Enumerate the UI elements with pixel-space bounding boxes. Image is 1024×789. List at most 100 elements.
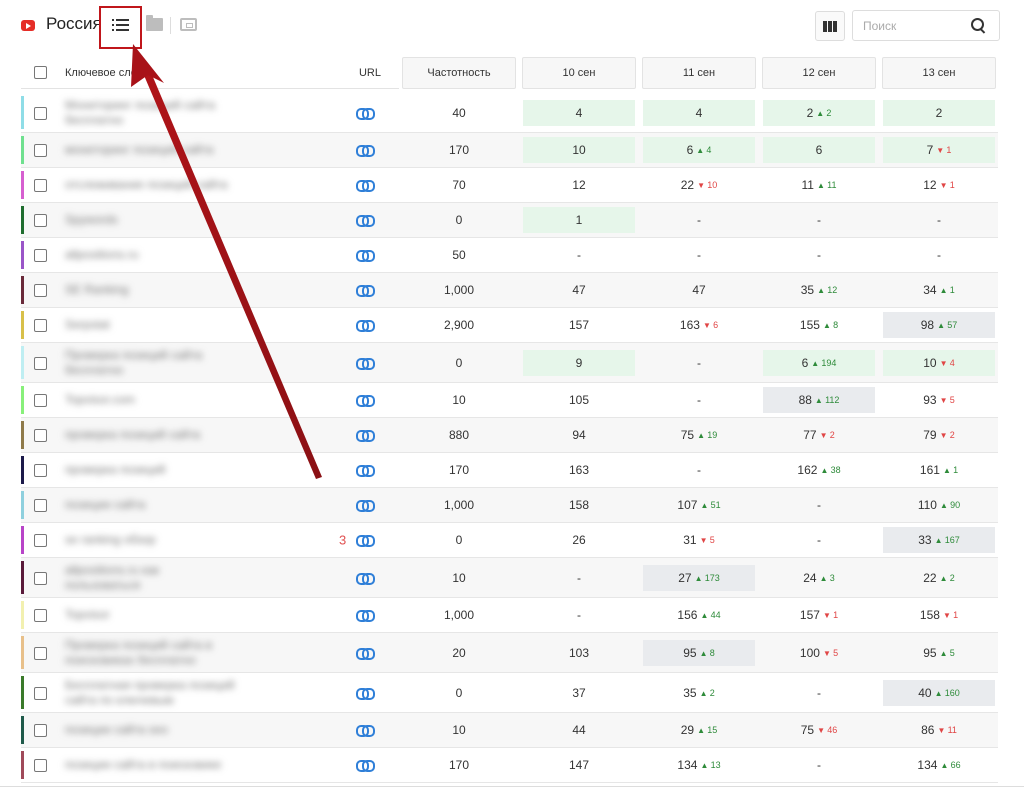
select-all-checkbox[interactable] (34, 66, 47, 79)
folder-icon[interactable] (146, 15, 163, 31)
link-icon[interactable] (356, 647, 375, 660)
table-row[interactable]: allpositions.ru как пользоваться 10-27 ▲ 17… (21, 558, 998, 598)
table-row[interactable]: se ranking обзор 3 0 26 31 ▼ 5 - 33 ▲ 167 (21, 523, 998, 558)
keyword-text[interactable]: allpositions.ru (65, 248, 245, 263)
table-row[interactable]: Serpstat 2,900 157 163 ▼ 6 155 ▲ 8 98 ▲ 57 (21, 308, 998, 343)
row-checkbox[interactable] (34, 429, 47, 442)
link-icon[interactable] (356, 465, 375, 477)
keyword-text[interactable]: allpositions.ru как пользоваться (65, 563, 245, 593)
keyword-text[interactable]: Spywords (65, 213, 245, 228)
keyword-text[interactable]: Бесплатная проверка позиций сайта по ключ… (65, 678, 245, 708)
keyword-text[interactable]: позиции сайта seo (65, 723, 245, 738)
row-checkbox[interactable] (34, 319, 47, 332)
table-row[interactable]: Topvisor.com 10 105 - 88 ▲ 112 93 ▼ 5 (21, 383, 998, 418)
column-header-date[interactable]: 13 сен (882, 57, 996, 89)
position-down-delta: ▼ 5 (823, 648, 838, 658)
table-row[interactable]: проверка позиций 170 163-162 ▲ 38 161 ▲ 1 (21, 453, 998, 488)
row-color-marker (21, 636, 24, 669)
link-icon[interactable] (356, 180, 375, 192)
table-row[interactable]: Проверка позиций сайта в поисковиках бесп… (21, 633, 998, 673)
frequency-cell: 170 (448, 143, 470, 157)
table-row[interactable]: Бесплатная проверка позиций сайта по ключ… (21, 673, 998, 713)
keyword-text[interactable]: Мониторинг позиций сайта бесплатно (65, 98, 245, 128)
link-icon[interactable] (356, 107, 375, 120)
row-checkbox[interactable] (34, 394, 47, 407)
keyword-text[interactable]: se ranking обзор (65, 533, 245, 548)
keyword-text[interactable]: Проверка позиций сайта в поисковиках бесп… (65, 638, 245, 668)
delta-value: 10 (707, 180, 718, 190)
table-row[interactable]: проверка позиций сайта 880 94 75 ▲ 19 77 ▼ 2 79… (21, 418, 998, 453)
position-up-delta: ▲ 8 (823, 320, 838, 330)
table-row[interactable]: Spywords 0 1 - - - (21, 203, 998, 238)
link-icon[interactable] (356, 357, 375, 370)
keyword-text[interactable]: мониторинг позиций сайта (65, 143, 245, 158)
keyword-text[interactable]: Проверка позиций сайта бесплатно (65, 348, 245, 378)
table-row[interactable]: Topvisor 1,000-156 ▲ 44 157 ▼ 1 158 ▼ 1 (21, 598, 998, 633)
keyword-text[interactable]: SE Ranking (65, 283, 245, 298)
column-header-date[interactable]: 12 сен (762, 57, 876, 89)
keyword-text[interactable]: позиции сайта (65, 498, 245, 513)
table-row[interactable]: Мониторинг позиций сайта бесплатно 40 4 4 2 ▲ … (21, 93, 998, 133)
table-row[interactable]: мониторинг позиций сайта 170 10 6 ▲ 4 6 7 ▼ 1 (21, 133, 998, 168)
link-icon[interactable] (356, 687, 375, 700)
row-checkbox[interactable] (34, 499, 47, 512)
column-header-date[interactable]: 11 сен (642, 57, 756, 89)
position-value: 22 (923, 570, 937, 585)
position-cell: 27 ▲ 173 (643, 564, 755, 591)
row-checkbox[interactable] (34, 686, 47, 700)
link-icon[interactable] (356, 725, 375, 737)
link-icon[interactable] (356, 215, 375, 227)
table-row[interactable]: SE Ranking 1,000 47 47 35 ▲ 12 34 ▲ 1 (21, 273, 998, 308)
table-row[interactable]: Проверка позиций сайта бесплатно 0 9 - 6 ▲ 194… (21, 343, 998, 383)
table-row[interactable]: позиции сайта 1,000 158 107 ▲ 51-110 ▲ 90 (21, 488, 998, 523)
row-checkbox[interactable] (34, 284, 47, 297)
link-icon[interactable] (356, 572, 375, 585)
link-icon[interactable] (356, 320, 375, 332)
row-checkbox[interactable] (34, 356, 47, 370)
row-checkbox[interactable] (34, 179, 47, 192)
column-header-keyword[interactable]: Ключевое слово (21, 57, 341, 89)
row-checkbox[interactable] (34, 144, 47, 157)
link-icon[interactable] (356, 395, 375, 407)
row-checkbox[interactable] (34, 106, 47, 120)
link-icon[interactable] (356, 145, 375, 157)
row-checkbox[interactable] (34, 759, 47, 772)
table-row[interactable]: позиции сайта seo 10 44 29 ▲ 15 75 ▼ 46 86 ▼ 11 (21, 713, 998, 748)
link-icon[interactable] (356, 610, 375, 622)
arrow-up-icon: ▲ (940, 761, 951, 770)
keyword-text[interactable]: проверка позиций сайта (65, 428, 245, 443)
folder-group-icon[interactable] (180, 18, 197, 31)
search-icon[interactable] (971, 18, 987, 34)
link-icon[interactable] (356, 250, 375, 262)
row-checkbox[interactable] (34, 646, 47, 660)
row-checkbox[interactable] (34, 724, 47, 737)
row-checkbox[interactable] (34, 571, 47, 585)
columns-button[interactable] (815, 11, 845, 41)
keyword-text[interactable]: Topvisor.com (65, 393, 245, 408)
keyword-text[interactable]: проверка позиций (65, 463, 245, 478)
column-header-url[interactable]: URL (341, 57, 399, 89)
table-row[interactable]: allpositions.ru 50 - - - - (21, 238, 998, 273)
link-icon[interactable] (356, 535, 375, 547)
column-header-frequency[interactable]: Частотность (402, 57, 516, 89)
search-input[interactable] (863, 19, 963, 33)
table-row[interactable]: отслеживание позиций сайта 70 12 22 ▼ 10 11 ▲ … (21, 168, 998, 203)
row-color-marker (21, 716, 24, 744)
column-header-date[interactable]: 10 сен (522, 57, 636, 89)
keyword-text[interactable]: отслеживание позиций сайта (65, 178, 245, 193)
url-count-badge[interactable]: 3 (339, 533, 346, 548)
keyword-text[interactable]: позиции сайта в поисковике (65, 758, 245, 773)
link-icon[interactable] (356, 760, 375, 772)
row-checkbox[interactable] (34, 249, 47, 262)
row-checkbox[interactable] (34, 214, 47, 227)
table-row[interactable]: позиции сайта в поисковике 170 147 134 ▲ 13-… (21, 748, 998, 783)
link-icon[interactable] (356, 285, 375, 297)
link-icon[interactable] (356, 500, 375, 512)
row-checkbox[interactable] (34, 464, 47, 477)
row-checkbox[interactable] (34, 609, 47, 622)
link-icon[interactable] (356, 430, 375, 442)
keyword-text[interactable]: Topvisor (65, 608, 245, 623)
row-checkbox[interactable] (34, 534, 47, 547)
frequency-cell: 1,000 (443, 498, 475, 512)
keyword-text[interactable]: Serpstat (65, 318, 245, 333)
